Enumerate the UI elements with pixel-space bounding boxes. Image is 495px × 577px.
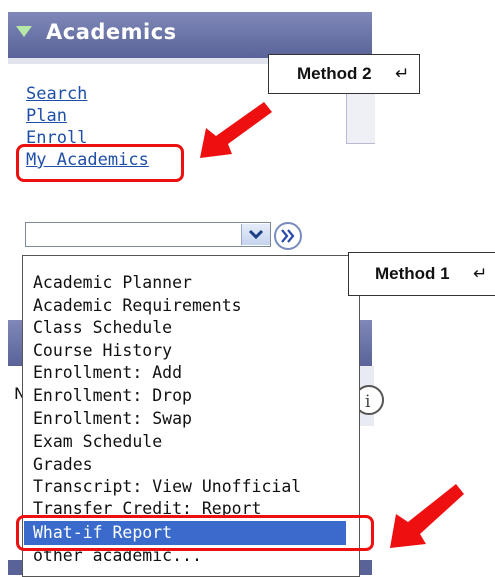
method-2-label: Method 2 — [297, 64, 372, 83]
option-enrollment-swap[interactable]: Enrollment: Swap — [33, 409, 192, 429]
method-2-callout: Method 2 ↵ — [268, 54, 420, 94]
option-course-history[interactable]: Course History — [33, 341, 172, 361]
double-chevron-right-icon — [281, 229, 295, 243]
red-arrow-icon — [390, 484, 464, 548]
svg-text:i: i — [365, 392, 371, 412]
option-transcript-view-unofficial[interactable]: Transcript: View Unofficial — [33, 477, 301, 497]
academics-title: Academics — [46, 20, 177, 44]
option-enrollment-drop[interactable]: Enrollment: Drop — [33, 386, 192, 406]
chevron-down-icon — [248, 229, 264, 240]
option-academic-requirements[interactable]: Academic Requirements — [33, 296, 242, 316]
option-academic-planner[interactable]: Academic Planner — [33, 273, 192, 293]
return-mark: ↵ — [395, 64, 410, 83]
option-enrollment-add[interactable]: Enrollment: Add — [33, 363, 182, 383]
plan-link[interactable]: Plan — [26, 105, 67, 127]
red-arrow-icon — [200, 102, 272, 158]
go-button[interactable] — [274, 222, 302, 250]
my-academics-highlight-box — [16, 144, 184, 182]
method-1-label: Method 1 — [375, 264, 450, 283]
side-panel — [346, 86, 375, 144]
option-exam-schedule[interactable]: Exam Schedule — [33, 432, 162, 452]
return-mark: ↵ — [473, 264, 488, 283]
academics-select[interactable] — [25, 222, 271, 247]
option-grades[interactable]: Grades — [33, 455, 93, 475]
search-link[interactable]: Search — [26, 83, 87, 105]
method-1-callout: Method 1 ↵ — [348, 252, 495, 296]
dropdown-button[interactable] — [241, 224, 270, 245]
what-if-report-highlight-box — [16, 515, 374, 551]
option-class-schedule[interactable]: Class Schedule — [33, 318, 172, 338]
collapse-triangle-icon[interactable] — [16, 26, 32, 37]
